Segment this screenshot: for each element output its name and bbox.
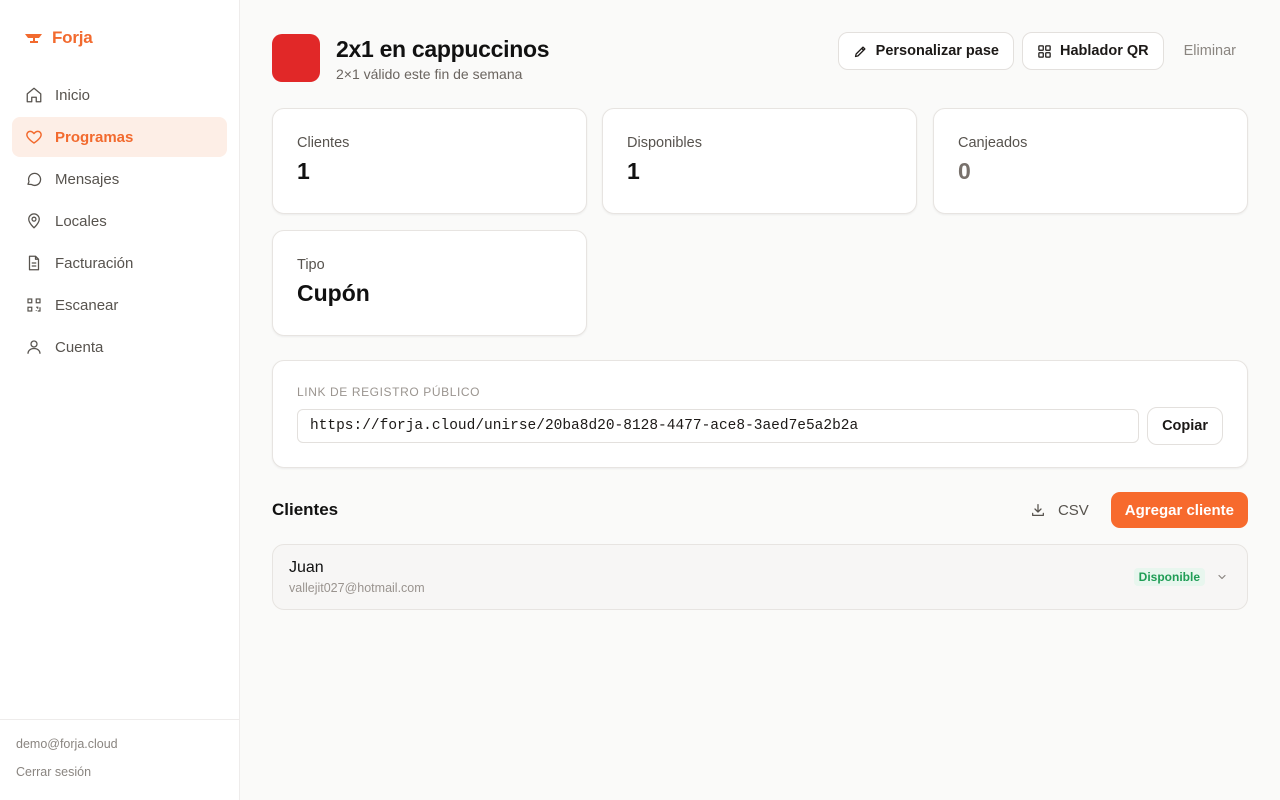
sidebar-nav: Inicio Programas Mensajes Locales Factur… (12, 75, 227, 369)
csv-export-label: CSV (1057, 501, 1089, 519)
client-row[interactable]: Juan vallejit027@hotmail.com Disponible (272, 544, 1248, 610)
qr-stand-button[interactable]: Hablador QR (1022, 32, 1164, 70)
qr-grid-icon (1037, 44, 1052, 59)
sidebar-item-cuenta[interactable]: Cuenta (12, 327, 227, 367)
stat-label: Disponibles (627, 135, 702, 151)
document-icon (25, 254, 43, 272)
stat-value: 0 (958, 158, 971, 184)
main-content: 2x1 en cappuccinos 2×1 válido este fin d… (272, 32, 1248, 610)
stat-value: 1 (297, 158, 310, 184)
sidebar-item-label: Facturación (55, 254, 134, 272)
page-title: 2x1 en cappuccinos (336, 36, 550, 62)
chevron-down-icon[interactable] (1215, 570, 1229, 584)
clients-title: Clientes (272, 500, 339, 519)
sidebar-item-programas[interactable]: Programas (12, 117, 227, 157)
page-subtitle: 2×1 válido este fin de semana (336, 66, 523, 82)
sidebar: Forja Inicio Programas Mensajes Locales (0, 0, 240, 800)
stat-label: Tipo (297, 257, 325, 273)
add-client-button[interactable]: Agregar cliente (1110, 492, 1248, 528)
map-pin-icon (25, 212, 43, 230)
logout-link[interactable]: Cerrar sesión (16, 765, 223, 779)
brand-name: Forja (52, 28, 93, 47)
qr-stand-label: Hablador QR (1060, 43, 1149, 59)
stat-card-disponibles: Disponibles 1 (602, 108, 917, 214)
client-name: Juan (289, 559, 324, 576)
stat-label: Canjeados (958, 135, 1028, 151)
stat-value: 1 (627, 158, 640, 184)
stat-card-tipo: Tipo Cupón (272, 230, 587, 336)
sidebar-item-escanear[interactable]: Escanear (12, 285, 227, 325)
header-actions: Personalizar pase Hablador QR Eliminar (837, 32, 1248, 70)
chat-bubble-icon (25, 170, 43, 188)
stat-card-clientes: Clientes 1 (272, 108, 587, 214)
sidebar-item-label: Locales (55, 212, 107, 230)
scan-icon (25, 296, 43, 314)
home-icon (25, 86, 43, 104)
sidebar-item-label: Inicio (55, 86, 91, 104)
customize-pass-label: Personalizar pase (875, 43, 999, 59)
sidebar-item-facturacion[interactable]: Facturación (12, 243, 227, 283)
pencil-icon (853, 44, 868, 59)
program-header: 2x1 en cappuccinos 2×1 válido este fin d… (272, 32, 1248, 84)
sidebar-footer: demo@forja.cloud Cerrar sesión (0, 719, 239, 800)
user-icon (25, 338, 43, 356)
customize-pass-button[interactable]: Personalizar pase (837, 32, 1014, 70)
sidebar-item-locales[interactable]: Locales (12, 201, 227, 241)
clients-header: Clientes CSV Agregar cliente (272, 492, 1248, 528)
registration-link-card: LINK DE REGISTRO PÚBLICO Copiar (272, 360, 1248, 468)
brand-logo[interactable]: Forja (24, 28, 93, 48)
sidebar-item-inicio[interactable]: Inicio (12, 75, 227, 115)
registration-link-row: Copiar (297, 407, 1223, 445)
sidebar-item-label: Programas (55, 128, 134, 146)
anvil-icon (24, 28, 44, 48)
copy-button[interactable]: Copiar (1147, 407, 1223, 445)
client-email: vallejit027@hotmail.com (289, 581, 425, 595)
sidebar-item-mensajes[interactable]: Mensajes (12, 159, 227, 199)
user-email: demo@forja.cloud (16, 737, 118, 751)
heart-icon (25, 128, 43, 146)
download-icon (1030, 502, 1046, 518)
status-badge: Disponible (1133, 568, 1205, 586)
sidebar-item-label: Cuenta (55, 338, 104, 356)
csv-export-button[interactable]: CSV (1020, 492, 1099, 528)
registration-link-label: LINK DE REGISTRO PÚBLICO (297, 385, 481, 399)
program-color-swatch (272, 34, 320, 82)
sidebar-item-label: Escanear (55, 296, 119, 314)
stat-value: Cupón (297, 280, 370, 306)
delete-button[interactable]: Eliminar (1172, 32, 1248, 70)
stat-card-canjeados: Canjeados 0 (933, 108, 1248, 214)
clients-actions: CSV Agregar cliente (1020, 492, 1248, 528)
registration-url-input[interactable] (297, 409, 1140, 443)
sidebar-item-label: Mensajes (55, 170, 120, 188)
stat-label: Clientes (297, 135, 350, 151)
